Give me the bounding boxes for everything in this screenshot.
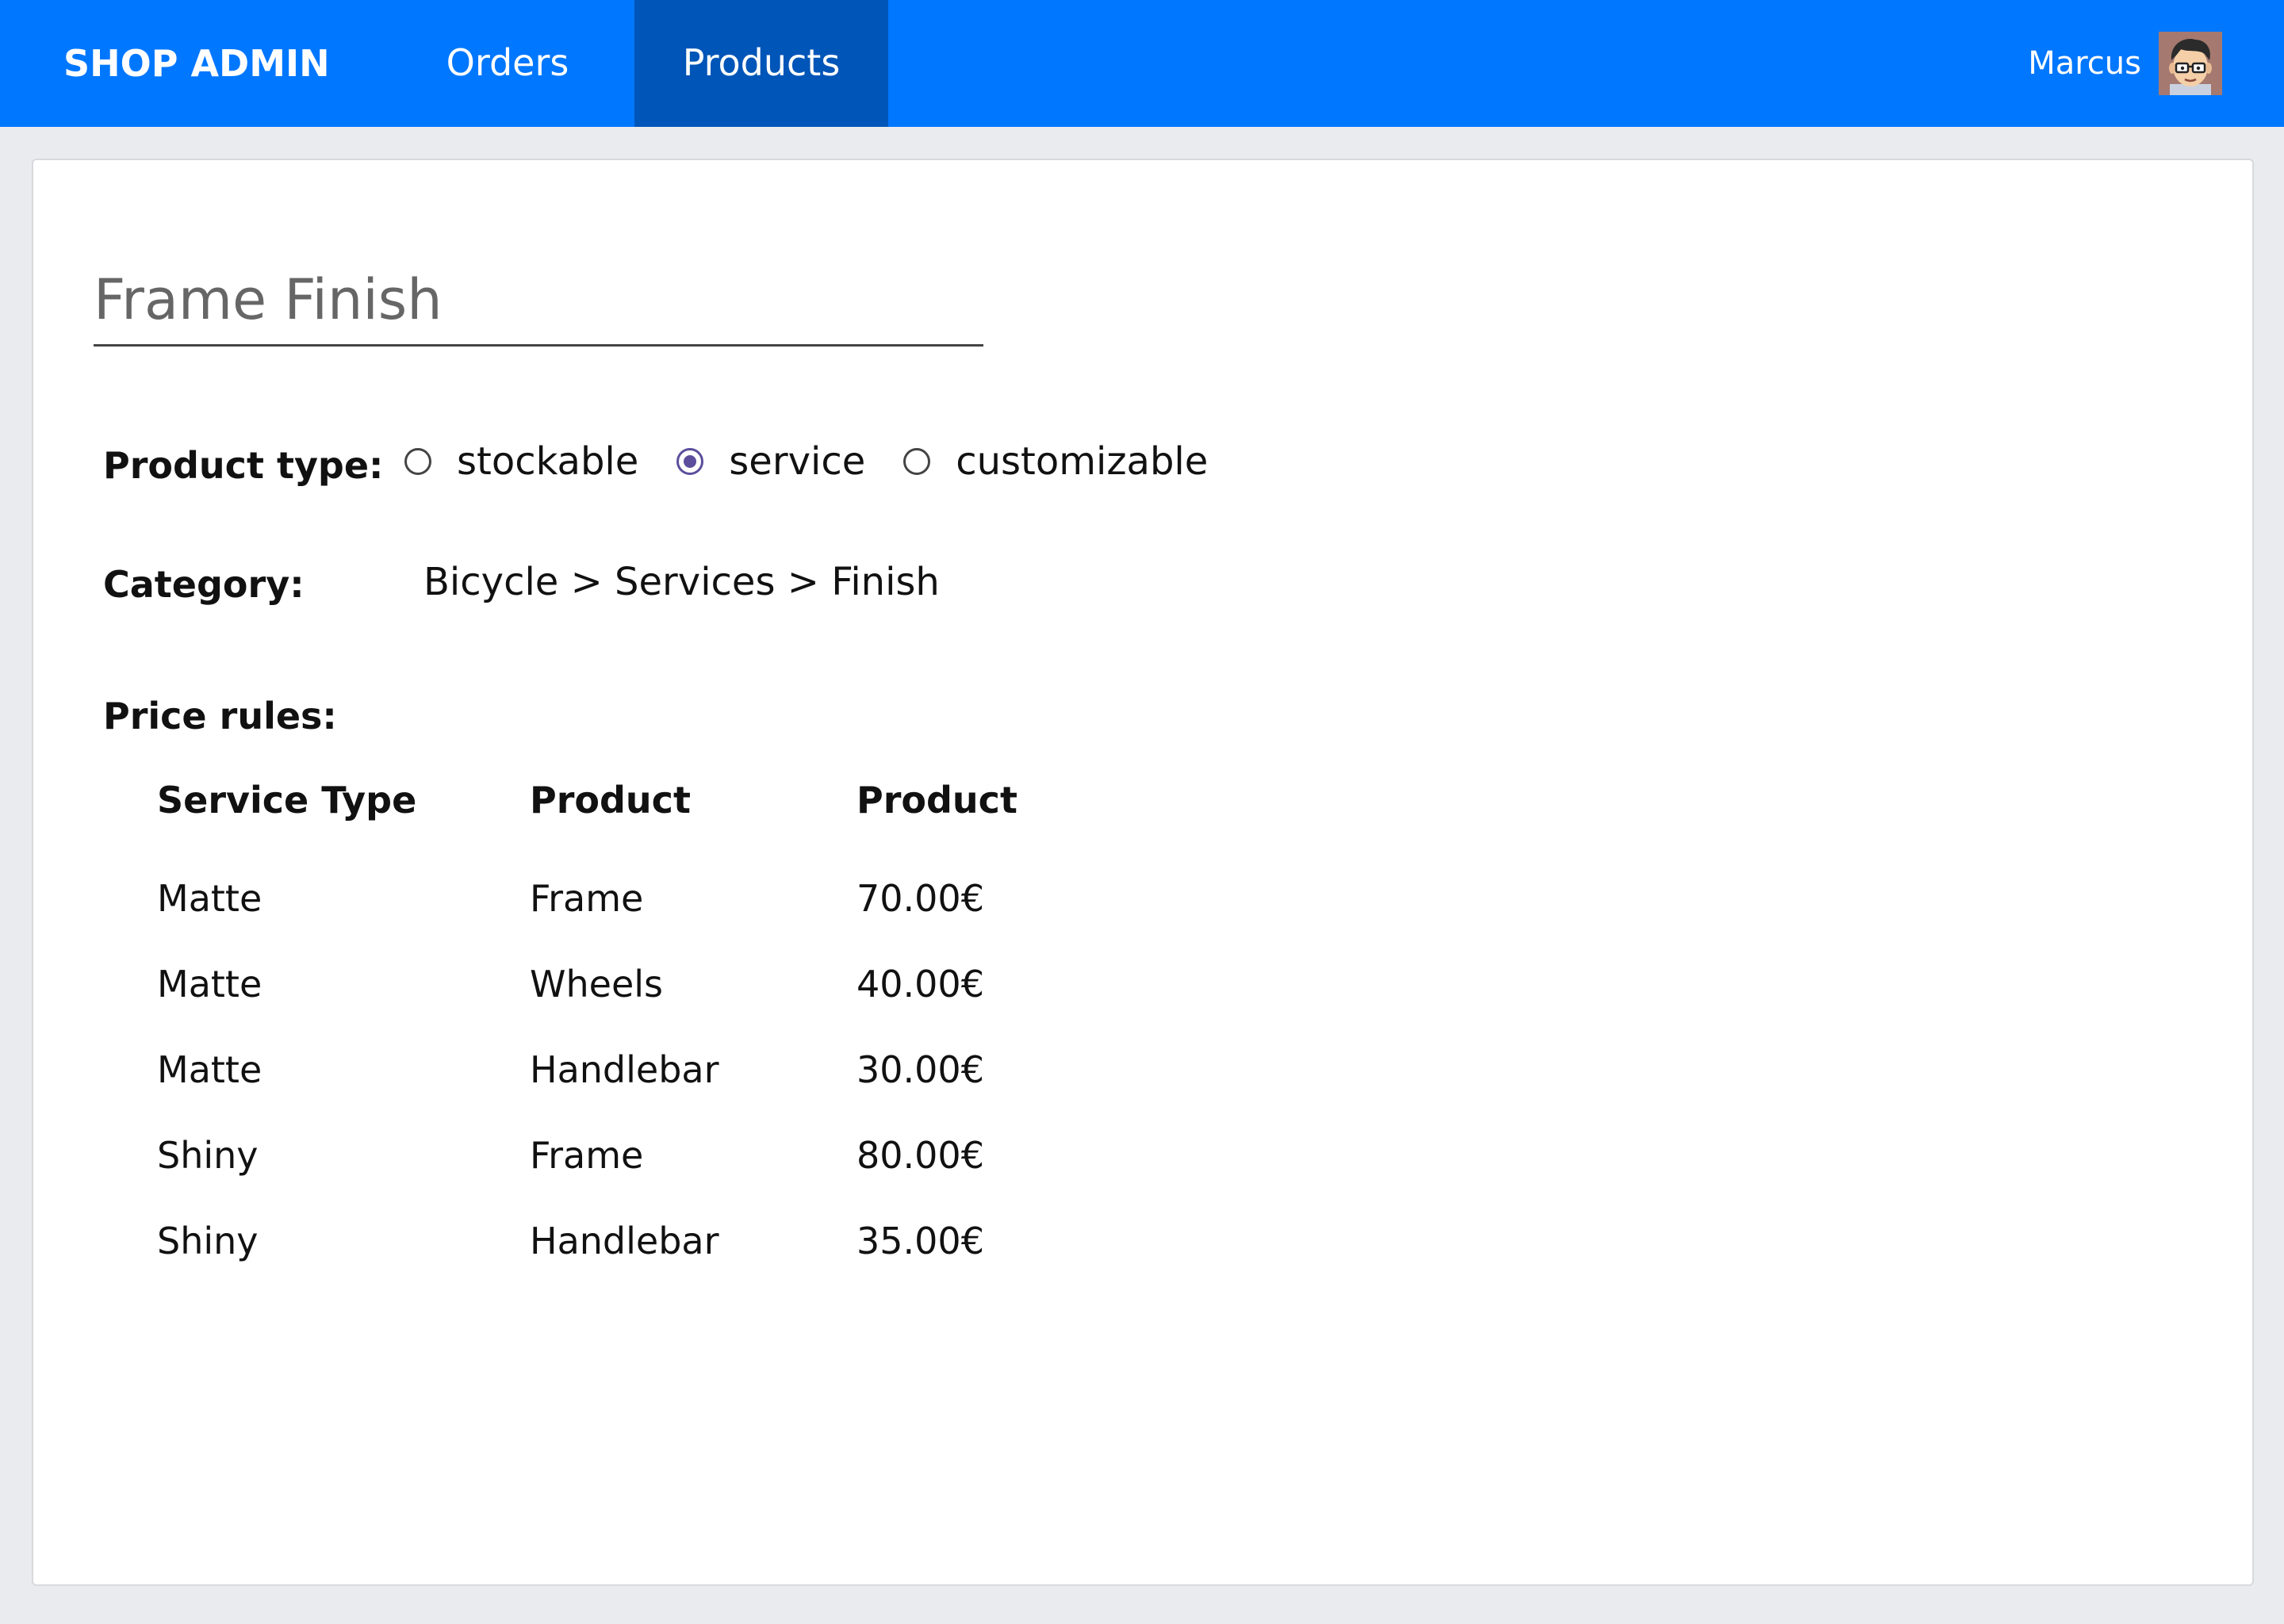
nav-tab-orders[interactable]: Orders	[412, 0, 603, 127]
table-cell-service-type: Matte	[157, 963, 263, 1005]
category-path: Bicycle > Services > Finish	[423, 560, 940, 604]
table-row: Shiny Handlebar 35.00€	[157, 1220, 1094, 1305]
table-cell-service-type: Matte	[157, 877, 263, 920]
table-cell-product: Handlebar	[530, 1220, 719, 1262]
product-name-input[interactable]	[94, 255, 983, 347]
radio-label-stockable[interactable]: stockable	[457, 439, 638, 484]
table-cell-product: Wheels	[530, 963, 663, 1005]
radio-button-stockable[interactable]	[404, 448, 431, 475]
table-cell-service-type: Shiny	[157, 1134, 259, 1177]
table-cell-price: 70.00€	[856, 877, 984, 920]
product-editor-card: Product type: stockable service customiz…	[32, 159, 2254, 1586]
column-header-price: Product	[856, 779, 1017, 822]
brand-logo-text[interactable]: SHOP ADMIN	[63, 0, 330, 127]
price-rules-table: Service Type Product Product Matte Frame…	[157, 779, 1094, 1305]
table-cell-price: 35.00€	[856, 1220, 984, 1262]
top-navigation-bar: SHOP ADMIN Orders Products Marcus	[0, 0, 2284, 127]
table-cell-price: 80.00€	[856, 1134, 984, 1177]
table-cell-price: 40.00€	[856, 963, 984, 1005]
radio-option-service[interactable]: service	[676, 439, 865, 484]
table-cell-product: Frame	[530, 877, 644, 920]
table-cell-product: Frame	[530, 1134, 644, 1177]
table-row: Shiny Frame 80.00€	[157, 1134, 1094, 1220]
radio-button-customizable[interactable]	[903, 448, 931, 475]
radio-label-service[interactable]: service	[729, 439, 865, 484]
category-label: Category:	[103, 563, 305, 606]
user-avatar-icon[interactable]	[2159, 32, 2222, 95]
table-row: Matte Frame 70.00€	[157, 877, 1094, 963]
product-type-radio-group: stockable service customizable	[404, 438, 1246, 485]
table-row: Matte Wheels 40.00€	[157, 963, 1094, 1048]
table-cell-product: Handlebar	[530, 1048, 719, 1091]
user-name[interactable]: Marcus	[1983, 0, 2141, 127]
radio-option-customizable[interactable]: customizable	[903, 439, 1208, 484]
radio-label-customizable[interactable]: customizable	[956, 439, 1208, 484]
radio-button-service[interactable]	[676, 448, 704, 475]
product-type-label: Product type:	[103, 444, 384, 487]
column-header-service-type: Service Type	[157, 779, 417, 822]
nav-tab-products[interactable]: Products	[634, 0, 888, 127]
table-cell-service-type: Shiny	[157, 1220, 259, 1262]
table-header-row: Service Type Product Product	[157, 779, 1094, 877]
price-rules-label: Price rules:	[103, 695, 337, 737]
table-row: Matte Handlebar 30.00€	[157, 1048, 1094, 1134]
radio-option-stockable[interactable]: stockable	[404, 439, 638, 484]
table-cell-price: 30.00€	[856, 1048, 984, 1091]
table-cell-service-type: Matte	[157, 1048, 263, 1091]
column-header-product: Product	[530, 779, 691, 822]
